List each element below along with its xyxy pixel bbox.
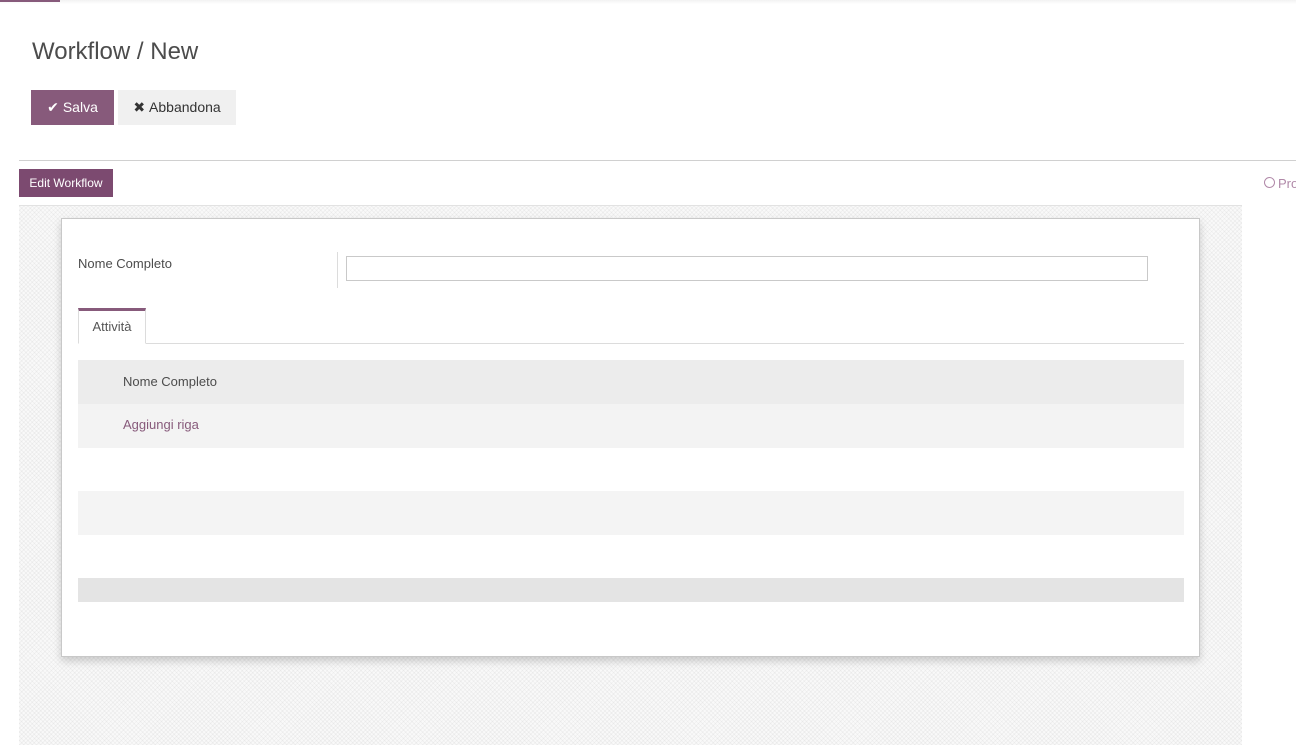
edit-workflow-button[interactable]: Edit Workflow bbox=[19, 169, 113, 197]
tabs-underline bbox=[78, 343, 1184, 344]
chatter-link[interactable]: Pro bbox=[1264, 176, 1296, 191]
name-field-label: Nome Completo bbox=[78, 256, 172, 271]
breadcrumb: Workflow / New bbox=[32, 38, 199, 65]
clock-icon bbox=[1264, 177, 1275, 188]
form-sheet: Nome Completo Attività Nome Completo Agg… bbox=[61, 218, 1200, 657]
table-row bbox=[78, 448, 1184, 491]
save-button[interactable]: ✔ Salva bbox=[31, 90, 114, 125]
name-input[interactable] bbox=[346, 256, 1148, 281]
table-row-add: Aggiungi riga bbox=[78, 404, 1184, 448]
field-separator bbox=[337, 252, 338, 288]
table-row bbox=[78, 491, 1184, 535]
tab-attivita[interactable]: Attività bbox=[78, 308, 146, 344]
save-button-label: Salva bbox=[62, 99, 98, 115]
control-panel-divider bbox=[19, 160, 1296, 161]
chatter-link-label: Pro bbox=[1278, 176, 1296, 191]
top-navbar bbox=[0, 0, 1296, 4]
discard-button-label: Abbandona bbox=[149, 99, 221, 115]
discard-button[interactable]: ✖ Abbandona bbox=[118, 90, 236, 125]
add-line-link[interactable]: Aggiungi riga bbox=[123, 417, 199, 432]
navbar-active-indicator bbox=[0, 0, 60, 2]
check-icon: ✔ bbox=[47, 99, 59, 115]
table-header: Nome Completo bbox=[78, 360, 1184, 404]
table-row bbox=[78, 535, 1184, 578]
close-icon: ✖ bbox=[133, 99, 146, 115]
column-header-name[interactable]: Nome Completo bbox=[123, 374, 217, 389]
table-footer bbox=[78, 578, 1184, 602]
